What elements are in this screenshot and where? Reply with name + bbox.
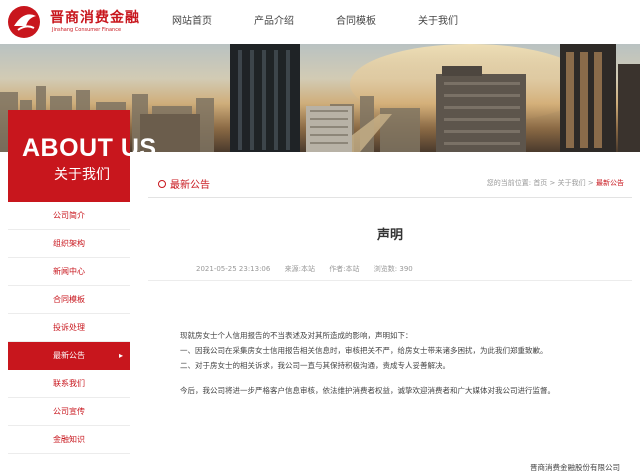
breadcrumb-separator: > xyxy=(549,179,556,187)
about-title-cn: 关于我们 xyxy=(54,167,110,183)
nav-item-contracts[interactable]: 合同模板 xyxy=(336,0,376,44)
breadcrumb-home[interactable]: 首页 xyxy=(533,179,547,187)
sidebar-item-label: 公司宣传 xyxy=(53,407,85,416)
site-logo[interactable]: 晋商消费金融 Jinshang Consumer Finance xyxy=(6,4,156,40)
article-views: 浏览数: 390 xyxy=(373,265,413,273)
sidebar-item-company-profile[interactable]: 公司简介 xyxy=(8,202,130,230)
breadcrumb-about[interactable]: 关于我们 xyxy=(558,179,586,187)
chevron-right-icon: ▸ xyxy=(118,351,123,360)
section-title-text: 最新公告 xyxy=(170,180,210,191)
logo-icon xyxy=(8,6,40,38)
sidebar-item-label: 投诉处理 xyxy=(53,323,85,332)
article-title: 声明 xyxy=(376,228,403,243)
about-us-panel: ABOUT US 关于我们 xyxy=(8,110,156,202)
divider xyxy=(148,280,632,281)
article-paragraph: 一、因我公司在采集房女士信用报告相关信息时，审核把关不严，给房女士带来诸多困扰，… xyxy=(180,346,548,355)
about-title-en: ABOUT US xyxy=(22,134,157,162)
sidebar-item-label: 最新公告 xyxy=(53,351,85,360)
article-meta: 2021-05-25 23:13:06 来源:本站 作者:本站 浏览数: 390 xyxy=(196,264,425,274)
article-paragraph: 今后，我公司将进一步严格客户信息审核，依法维护消费者权益，诚挚欢迎消费者和广大媒… xyxy=(180,386,555,395)
breadcrumb-separator: > xyxy=(587,179,594,187)
sidebar-item-contact[interactable]: 联系我们 xyxy=(8,370,130,398)
breadcrumb-current[interactable]: 最新公告 xyxy=(596,179,624,187)
main-nav: 网站首页 产品介绍 合同模板 关于我们 xyxy=(172,0,500,44)
sidebar-item-organization[interactable]: 组织架构 xyxy=(8,230,130,258)
sidebar-item-news[interactable]: 新闻中心 xyxy=(8,258,130,286)
sidebar-item-announcements[interactable]: 最新公告 ▸ xyxy=(8,342,130,370)
nav-item-home[interactable]: 网站首页 xyxy=(172,0,212,44)
article-body: 现就房女士个人信用报告的不当表述及对其所造成的影响，声明如下： 一、因我公司在采… xyxy=(164,328,616,398)
circle-bullet-icon xyxy=(158,180,166,188)
section-header: 最新公告 您的当前位置: 首页 > 关于我们 > 最新公告 xyxy=(148,166,632,198)
logo-text-cn: 晋商消费金融 xyxy=(50,10,140,26)
sidebar-item-finance-knowledge[interactable]: 金融知识 xyxy=(8,426,130,454)
article-signature: 晋商消费金融股份有限公司 xyxy=(530,463,620,472)
article-author: 作者:本站 xyxy=(329,265,360,273)
sidebar-item-promotion[interactable]: 公司宣传 xyxy=(8,398,130,426)
section-title: 最新公告 xyxy=(158,176,210,191)
article-paragraph: 二、对于房女士的相关诉求，我公司一直与其保持积极沟通，责成专人妥善解决。 xyxy=(180,361,450,370)
sidebar-item-label: 组织架构 xyxy=(53,239,85,248)
sidebar-item-label: 金融知识 xyxy=(53,435,85,444)
sidebar-item-label: 新闻中心 xyxy=(53,267,85,276)
nav-item-products[interactable]: 产品介绍 xyxy=(254,0,294,44)
sidebar-item-label: 联系我们 xyxy=(53,379,85,388)
article-source: 来源:本站 xyxy=(284,265,315,273)
sidebar-menu: 公司简介 组织架构 新闻中心 合同模板 投诉处理 最新公告 ▸ 联系我们 公司宣传… xyxy=(8,202,130,454)
sidebar-item-label: 公司简介 xyxy=(53,211,85,220)
main-content: 最新公告 您的当前位置: 首页 > 关于我们 > 最新公告 声明 2021-05… xyxy=(148,166,632,472)
nav-item-about[interactable]: 关于我们 xyxy=(418,0,458,44)
logo-text-en: Jinshang Consumer Finance xyxy=(52,27,122,33)
article-paragraph: 现就房女士个人信用报告的不当表述及对其所造成的影响，声明如下： xyxy=(180,331,413,340)
sidebar-item-complaints[interactable]: 投诉处理 xyxy=(8,314,130,342)
article-date: 2021-05-25 23:13:06 xyxy=(196,265,271,273)
breadcrumb-prefix: 您的当前位置: xyxy=(486,179,532,187)
site-header: 晋商消费金融 Jinshang Consumer Finance 网站首页 产品… xyxy=(0,0,640,44)
sidebar-item-label: 合同模板 xyxy=(53,295,85,304)
breadcrumb: 您的当前位置: 首页 > 关于我们 > 最新公告 xyxy=(487,178,624,188)
sidebar-item-contracts[interactable]: 合同模板 xyxy=(8,286,130,314)
